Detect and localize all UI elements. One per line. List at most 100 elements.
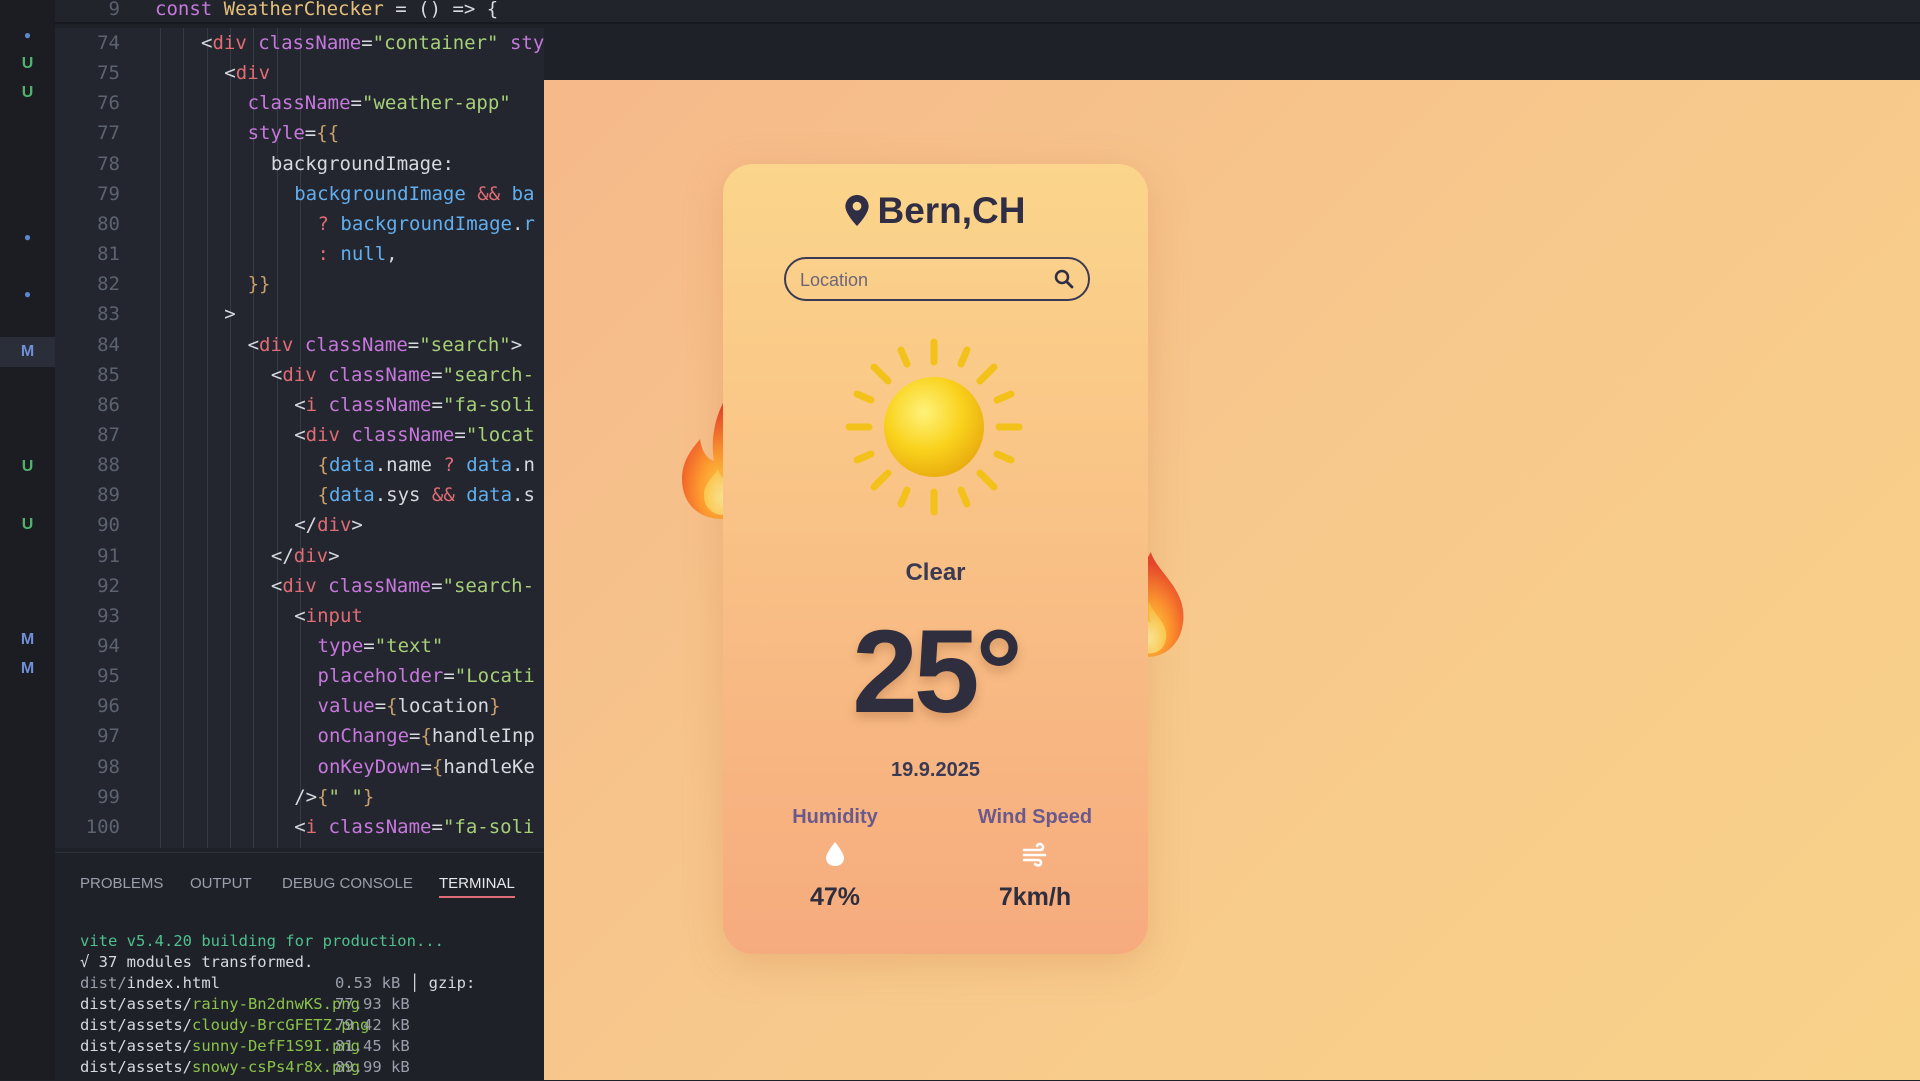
git-marker: U	[21, 458, 34, 475]
code-token: div	[235, 62, 271, 85]
code-line[interactable]: 90 </div>	[55, 510, 544, 540]
code-line[interactable]: 75 <div	[55, 58, 544, 88]
code-line[interactable]: 94 type="text"	[55, 631, 544, 661]
city-heading: Bern,CH	[723, 190, 1148, 232]
code-token: type	[317, 635, 364, 657]
code-token: data	[328, 484, 375, 507]
code-token: "search"	[419, 333, 511, 356]
code-line[interactable]: 88 {data.name ? data.n	[55, 450, 544, 480]
code-line[interactable]: 77 style={{	[55, 118, 544, 148]
code-text: </div>	[271, 541, 340, 571]
code-line[interactable]: 89 {data.sys && data.s	[55, 480, 544, 510]
code-line[interactable]: 93 <input	[55, 601, 544, 631]
code-line[interactable]: 100 <i className="fa-soli	[55, 812, 544, 842]
code-token: placeholder	[317, 665, 444, 688]
code-line[interactable]: 78 backgroundImage:	[55, 149, 544, 179]
code-text: </div>	[294, 510, 363, 540]
line-number: 100	[85, 815, 120, 838]
code-line[interactable]: 96 value={location}	[55, 691, 544, 721]
code-line[interactable]: 85 <div className="search-	[55, 360, 544, 390]
code-line[interactable]: 83 >	[55, 299, 544, 329]
git-marker: U	[21, 83, 34, 101]
code-line[interactable]: 84 <div className="search">	[55, 330, 544, 360]
location-input[interactable]	[798, 259, 1042, 301]
wind-value: 7km/h	[998, 883, 1072, 911]
code-line[interactable]: 98 onKeyDown={handleKe	[55, 752, 544, 782]
code-line[interactable]: 92 <div className="search-	[55, 571, 544, 601]
code-text: <i className="fa-soli	[294, 390, 534, 420]
code-line[interactable]: 79 backgroundImage && ba	[55, 179, 544, 209]
droplet-icon	[765, 841, 905, 871]
code-token: className	[328, 815, 432, 838]
git-marker: ●	[23, 287, 32, 302]
code-editor[interactable]: 74<div className="container" style={{ ba…	[55, 28, 544, 848]
code-token: =	[409, 725, 421, 748]
line-number: 86	[97, 393, 120, 416]
tab-output[interactable]: OUTPUT	[190, 875, 252, 892]
code-line[interactable]: 76 className="weather-app"	[55, 88, 544, 118]
humidity-stat: Humidity 47%	[765, 806, 905, 912]
terminal-file-row: dist/assets/sunny-DefF1S9I.png 81.45 kB	[80, 1036, 444, 1057]
code-token: className	[351, 423, 455, 446]
tab-terminal[interactable]: TERMINAL	[439, 875, 515, 898]
code-token: =	[431, 363, 443, 386]
code-token: i	[305, 393, 318, 416]
line-number: 93	[97, 604, 120, 627]
code-token: div	[212, 32, 247, 54]
code-token: }	[362, 785, 375, 808]
code-token: style	[247, 122, 305, 145]
code-token: handleInp	[431, 725, 535, 748]
pin-icon	[845, 195, 870, 226]
code-token: {	[317, 484, 329, 507]
code-line[interactable]: 87 <div className="locat	[55, 420, 544, 450]
weather-condition: Clear	[905, 559, 966, 586]
code-line[interactable]: 95 placeholder="Locati	[55, 661, 544, 691]
code-line[interactable]: 99 />{" "}	[55, 782, 544, 812]
code-line[interactable]: 91 </div>	[55, 541, 544, 571]
code-line[interactable]: 74<div className="container" style={{ ba…	[55, 28, 544, 58]
code-token: >	[224, 303, 236, 326]
git-marker: ●	[23, 28, 32, 42]
code-token: {	[386, 695, 398, 718]
date: 19.9.2025	[891, 759, 980, 781]
line-number: 83	[97, 303, 120, 326]
code-token: &&	[477, 182, 501, 205]
terminal-file-row: dist/assets/rainy-Bn2dnwKS.png 77.93 kB	[80, 994, 444, 1015]
code-text: backgroundImage && ba	[294, 179, 534, 209]
code-token: =	[407, 333, 420, 356]
code-line[interactable]: 82}}	[55, 269, 544, 299]
code-line[interactable]: 97 onChange={handleInp	[55, 721, 544, 751]
code-token: data	[466, 484, 513, 507]
search-icon[interactable]	[1054, 269, 1074, 289]
code-token: {{	[316, 122, 340, 145]
line-number: 92	[97, 574, 120, 597]
search-box[interactable]	[784, 257, 1090, 301]
code-token: .s	[512, 484, 535, 507]
code-token: onKeyDown	[317, 755, 421, 778]
code-token: <	[201, 32, 213, 54]
code-line[interactable]: 80? backgroundImage.r	[55, 209, 544, 239]
sticky-scroll-header: 9 const WeatherChecker = () => {	[55, 0, 1920, 24]
code-text: style={{	[248, 118, 340, 148]
code-token: div	[293, 544, 329, 567]
tab-problems[interactable]: PROBLEMS	[80, 875, 163, 892]
code-token: {	[431, 755, 444, 778]
terminal-output[interactable]: vite v5.4.20 building for production... √…	[80, 931, 475, 1078]
code-line[interactable]: 86 <i className="fa-soli	[55, 390, 544, 420]
code-token: =	[443, 665, 455, 688]
code-line[interactable]: 81: null,	[55, 239, 544, 269]
line-number: 87	[97, 423, 120, 446]
file-dir: dist/assets/	[80, 995, 192, 1013]
code-token: div	[317, 514, 352, 537]
tab-debug-console[interactable]: DEBUG CONSOLE	[282, 875, 413, 892]
code-text: <input	[294, 601, 363, 631]
git-marker: U	[21, 515, 34, 533]
wind-label: Wind Speed	[977, 806, 1093, 828]
code-token: =	[363, 635, 375, 657]
humidity-value: 47%	[809, 883, 861, 911]
code-token: ?	[317, 212, 329, 235]
